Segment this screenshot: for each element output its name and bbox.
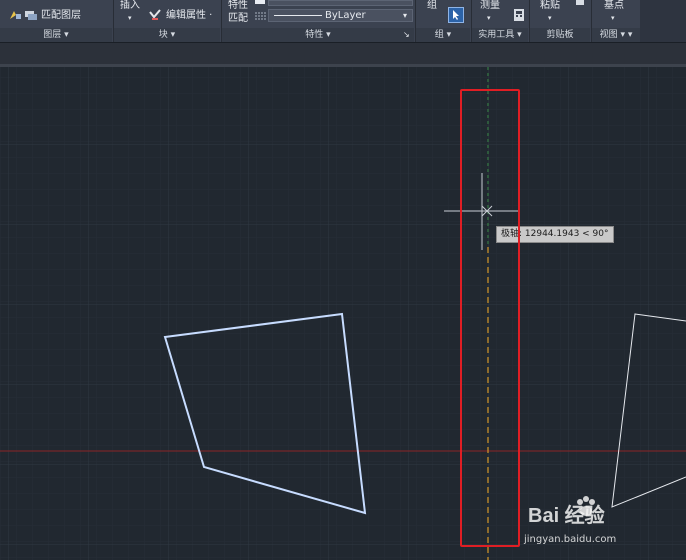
annotation-highlight-box xyxy=(460,89,520,547)
linetype-dropdown[interactable]: ByLayer ▾ xyxy=(268,9,413,22)
insert-dropdown-icon[interactable]: ▾ xyxy=(128,12,132,24)
ribbon: 匹配图层 图层 ▾ 插入 ▾ 编辑属性 · 块 ▾ 特性 匹配 ByLayer … xyxy=(0,0,686,43)
match-layer-icon[interactable] xyxy=(8,9,22,21)
match-properties-button-line1[interactable]: 特性 xyxy=(228,0,248,12)
paste-dropdown-icon[interactable]: ▾ xyxy=(548,12,552,24)
file-tab-bar xyxy=(0,43,686,64)
properties-panel-title[interactable]: 特性 ▾ xyxy=(222,28,414,42)
layer-panel-title[interactable]: 图层 ▾ xyxy=(0,28,112,42)
edit-attributes-button[interactable]: 编辑属性 · xyxy=(166,10,212,22)
copy-clip-icon[interactable] xyxy=(576,0,584,5)
measure-button[interactable]: 测量 xyxy=(480,0,500,12)
match-properties-button-line2[interactable]: 匹配 xyxy=(228,13,248,25)
chevron-down-icon[interactable]: ▾ xyxy=(403,10,407,22)
group-select-icon[interactable] xyxy=(448,7,464,23)
linetype-icon xyxy=(255,12,267,20)
watermark-url: jingyan.baidu.com xyxy=(524,534,617,545)
view-panel-title[interactable]: 视图 ▾ ▾ xyxy=(592,28,640,42)
watermark-brand: Bai 经验 xyxy=(528,503,605,527)
ribbon-empty-area xyxy=(640,0,686,42)
layer-stack-icon[interactable] xyxy=(24,9,38,21)
clipboard-panel-title[interactable]: 剪贴板 xyxy=(530,28,590,42)
panel-launcher-icon[interactable]: ↘ xyxy=(403,29,410,41)
edit-attributes-icon[interactable] xyxy=(148,9,162,21)
utilities-panel-title[interactable]: 实用工具 ▾ xyxy=(472,28,528,42)
drawing-canvas[interactable] xyxy=(0,67,686,560)
measure-dropdown-icon[interactable]: ▾ xyxy=(487,12,491,24)
grid xyxy=(0,67,686,560)
groups-panel-title[interactable]: 组 ▾ xyxy=(416,28,470,42)
linetype-value: ByLayer xyxy=(325,10,366,21)
match-layer-button[interactable]: 匹配图层 xyxy=(41,10,81,22)
color-swatch[interactable] xyxy=(255,0,265,4)
block-panel-title[interactable]: 块 ▾ xyxy=(114,28,220,42)
lineweight-preview xyxy=(268,0,413,6)
paste-button[interactable]: 粘贴 xyxy=(540,0,560,12)
linetype-preview-line xyxy=(274,15,322,16)
base-point-dropdown-icon[interactable]: ▾ xyxy=(611,12,615,24)
calculator-icon[interactable] xyxy=(512,9,526,21)
baidu-paw-logo-icon: Bai 经验 xyxy=(528,496,605,527)
group-button[interactable]: 组 xyxy=(427,0,437,12)
insert-button[interactable]: 插入 xyxy=(120,0,140,12)
base-point-button[interactable]: 基点 xyxy=(604,0,624,12)
